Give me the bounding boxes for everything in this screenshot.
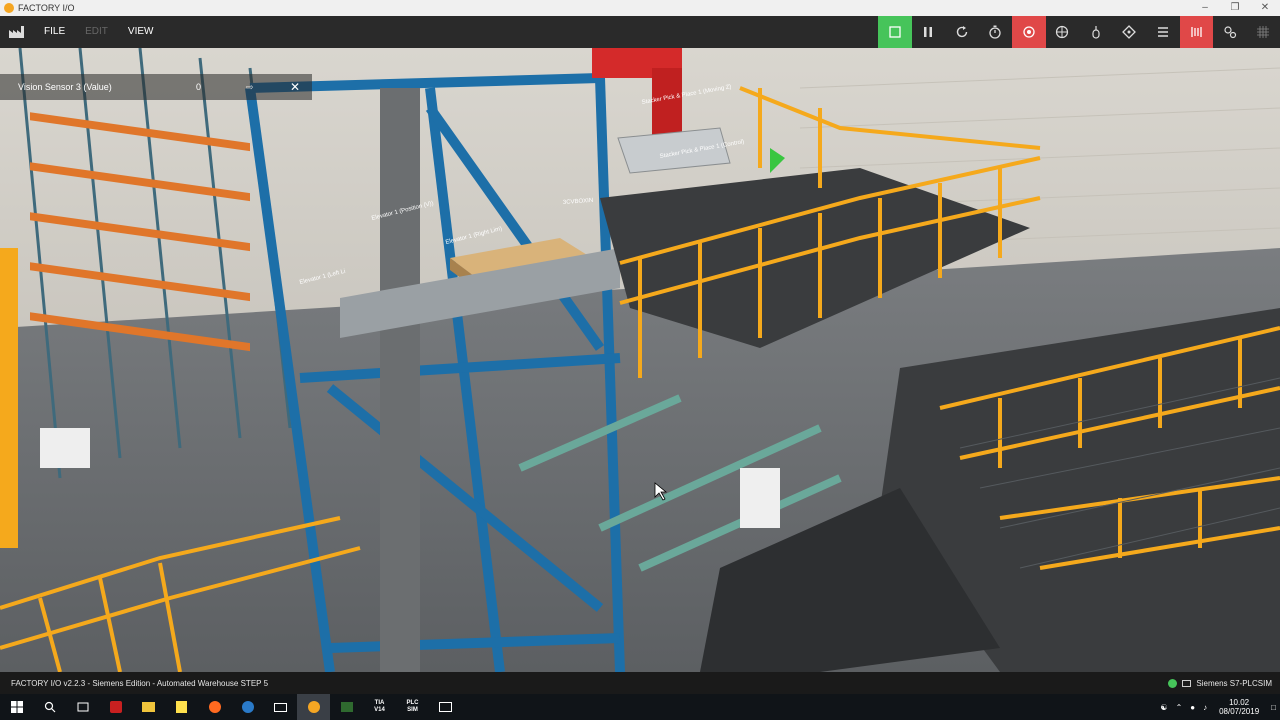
menu-view[interactable]: VIEW bbox=[118, 16, 164, 48]
firefox-icon[interactable] bbox=[198, 694, 231, 720]
clock-time: 10.02 bbox=[1229, 698, 1250, 707]
list-icon[interactable] bbox=[1146, 16, 1180, 48]
terminal-icon[interactable] bbox=[330, 694, 363, 720]
task-view-icon[interactable] bbox=[66, 694, 99, 720]
drivers-icon[interactable] bbox=[1213, 16, 1247, 48]
factory-io-icon bbox=[4, 3, 14, 13]
clock[interactable]: 10.02 08/07/2019 bbox=[1211, 698, 1267, 716]
timer-icon[interactable] bbox=[979, 16, 1013, 48]
camera-fly-icon[interactable] bbox=[1046, 16, 1080, 48]
photos-icon[interactable] bbox=[429, 694, 462, 720]
reset-icon[interactable] bbox=[945, 16, 979, 48]
minimize-button[interactable]: – bbox=[1190, 0, 1220, 16]
search-icon[interactable] bbox=[33, 694, 66, 720]
plcsim-icon[interactable]: PLC SIM bbox=[396, 694, 429, 720]
menu-edit[interactable]: EDIT bbox=[75, 16, 118, 48]
app-red-icon[interactable] bbox=[99, 694, 132, 720]
steam-icon[interactable] bbox=[231, 694, 264, 720]
status-text: FACTORY I/O v2.2.3 - Siemens Edition - A… bbox=[11, 678, 269, 688]
close-window-button[interactable]: ✕ bbox=[1250, 0, 1280, 16]
close-icon[interactable]: ✕ bbox=[290, 80, 300, 94]
sensor-value: 0 bbox=[196, 82, 202, 92]
windows-start-icon[interactable] bbox=[0, 694, 33, 720]
record-icon[interactable] bbox=[1012, 16, 1046, 48]
play-icon[interactable] bbox=[878, 16, 912, 48]
file-explorer-icon[interactable] bbox=[132, 694, 165, 720]
camera-first-person-icon[interactable] bbox=[1079, 16, 1113, 48]
driver-icon bbox=[1182, 679, 1192, 687]
toolbar bbox=[878, 16, 1280, 48]
sensor-name: Vision Sensor 3 (Value) bbox=[18, 82, 112, 92]
person-icon[interactable]: ☯ bbox=[1156, 703, 1171, 712]
restore-button[interactable]: ❐ bbox=[1220, 0, 1250, 16]
status-bar: FACTORY I/O v2.2.3 - Siemens Edition - A… bbox=[0, 672, 1280, 694]
volume-icon[interactable]: ♪ bbox=[1199, 703, 1211, 712]
link-icon[interactable]: ⇨ bbox=[246, 82, 254, 93]
driver-name: Siemens S7-PLCSIM bbox=[1196, 678, 1272, 688]
network-icon[interactable]: ● bbox=[1186, 703, 1199, 712]
sensor-view-icon[interactable] bbox=[1179, 16, 1213, 48]
pin-icon[interactable] bbox=[1113, 16, 1147, 48]
sensor-readout-panel: Vision Sensor 3 (Value) 0 ⇨ ✕ bbox=[0, 74, 312, 100]
system-tray: ☯ ⌃ ● ♪ 10.02 08/07/2019 □ bbox=[1156, 694, 1280, 720]
tia-portal-icon[interactable]: TIA V14 bbox=[363, 694, 396, 720]
warehouse-scene: Elevator 1 (Position (V)) Elevator 1 (Ri… bbox=[0, 48, 1280, 672]
notes-icon[interactable] bbox=[165, 694, 198, 720]
pause-icon[interactable] bbox=[912, 16, 946, 48]
window-titlebar: FACTORY I/O – ❐ ✕ bbox=[0, 0, 1280, 16]
taskbar: TIA V14 PLC SIM ☯ ⌃ ● ♪ 10.02 08/07/2019… bbox=[0, 694, 1280, 720]
factory-io-task-icon[interactable] bbox=[297, 694, 330, 720]
connection-ok-icon bbox=[1168, 678, 1178, 688]
mail-icon[interactable] bbox=[264, 694, 297, 720]
window-title: FACTORY I/O bbox=[18, 3, 75, 13]
scene-viewport[interactable]: Elevator 1 (Position (V)) Elevator 1 (Ri… bbox=[0, 48, 1280, 672]
factory-logo-icon[interactable] bbox=[0, 16, 34, 48]
grid-icon[interactable] bbox=[1247, 16, 1280, 48]
clock-date: 08/07/2019 bbox=[1219, 707, 1260, 716]
menu-file[interactable]: FILE bbox=[34, 16, 75, 48]
menu-bar: FILE EDIT VIEW bbox=[0, 16, 1280, 48]
chevron-up-icon[interactable]: ⌃ bbox=[1172, 703, 1187, 712]
notification-icon[interactable]: □ bbox=[1267, 703, 1280, 712]
